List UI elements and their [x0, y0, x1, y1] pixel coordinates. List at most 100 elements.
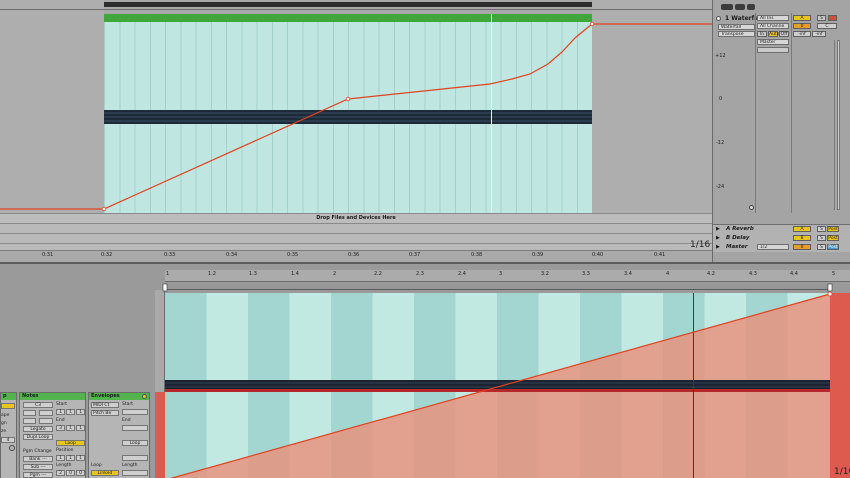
cue-out-chooser[interactable]: 1/2	[757, 244, 789, 250]
automation-line	[0, 23, 712, 210]
grid-size-label[interactable]: 1/16	[690, 240, 710, 250]
master-solo[interactable]: S	[817, 244, 826, 250]
length-bar[interactable]: 2	[56, 470, 65, 476]
clip-value-box[interactable]: 4	[1, 437, 15, 443]
cue-out-label: 1/2	[760, 245, 768, 250]
arrangement-view[interactable]: Drop Files and Devices Here 0:31 0:32 0:…	[0, 0, 712, 262]
ruler-tick: 0:31	[42, 252, 54, 258]
send-a-box[interactable]: -inf	[793, 31, 811, 37]
return-fold-icon[interactable]: ▶	[716, 235, 720, 241]
legato-button[interactable]: Legato	[23, 426, 53, 432]
volume-box[interactable]: 0	[793, 23, 811, 29]
end-beat[interactable]: 1	[66, 425, 75, 431]
notes-panel-head: Notes	[20, 393, 85, 400]
position-bar[interactable]: 1	[56, 455, 65, 461]
solo-button[interactable]: S	[817, 15, 826, 21]
monitor-in-button[interactable]: In	[757, 31, 767, 37]
end-bar[interactable]: 3	[56, 425, 65, 431]
length-beat[interactable]: 0	[66, 470, 75, 476]
envelope-param-chooser[interactable]: Pitch Be	[91, 410, 119, 416]
start-marker	[162, 283, 168, 292]
db-label: -24	[716, 184, 725, 190]
return-track-lane-a[interactable]	[0, 224, 712, 234]
bank-box[interactable]: Bank ---	[23, 456, 53, 462]
note-button[interactable]	[39, 410, 53, 416]
track-set-button[interactable]	[735, 4, 745, 10]
length-sixteenth[interactable]: 0	[76, 470, 85, 476]
return-activator[interactable]: B	[793, 235, 811, 241]
env-start-box[interactable]	[122, 409, 148, 415]
track-delay-button[interactable]	[747, 4, 755, 10]
ruler-tick: 0:32	[101, 252, 113, 258]
clip-knob-icon[interactable]	[9, 445, 15, 451]
loop-button[interactable]: Loop	[56, 440, 85, 446]
track-activator-button[interactable]: A	[793, 15, 811, 21]
monitor-off-button[interactable]: Off	[779, 31, 789, 37]
env-position-box[interactable]	[122, 455, 148, 461]
monitor-auto-button[interactable]: Auto	[768, 31, 779, 37]
input-channel-chooser[interactable]: All Channe	[757, 23, 789, 29]
master-volume[interactable]: 0	[793, 244, 811, 250]
envelope-device-chooser[interactable]: MIDI Ct	[91, 402, 119, 408]
master-post[interactable]: Post	[827, 244, 839, 250]
return-fold-icon[interactable]: ▶	[716, 226, 720, 232]
start-beat[interactable]: 1	[66, 409, 75, 415]
time-ruler[interactable]: 0:31 0:32 0:33 0:34 0:35 0:36 0:37 0:38 …	[0, 250, 712, 262]
env-end-box[interactable]	[122, 425, 148, 431]
track-activator-icon[interactable]	[716, 16, 721, 21]
return-fold-icon[interactable]: ▶	[716, 244, 720, 250]
position-sixteenth[interactable]: 1	[76, 455, 85, 461]
clip-panel: p ape gn ze 4	[0, 392, 17, 478]
return-track-lane-b[interactable]	[0, 234, 712, 244]
pgm-box[interactable]: Pgm ---	[23, 472, 53, 478]
note-transpose-box[interactable]: C3	[23, 402, 53, 408]
envelope-param-label: Pitch Be	[93, 411, 112, 416]
env-loop-button[interactable]: Loop	[122, 440, 148, 446]
envelope-param-chooser[interactable]: Transpose	[718, 31, 755, 37]
position-beat[interactable]: 1	[66, 455, 75, 461]
return-post[interactable]: Post	[827, 235, 839, 241]
length-label: Length	[56, 463, 72, 468]
end-sixteenth[interactable]: 1	[76, 425, 85, 431]
mixer-divider	[791, 13, 792, 213]
start-sixteenth[interactable]: 1	[76, 409, 85, 415]
dupl-loop-button[interactable]: Dupl.Loop	[23, 434, 53, 440]
clip-label: ze	[1, 429, 7, 434]
note-button[interactable]	[23, 418, 36, 424]
return-name[interactable]: A Reverb	[726, 226, 754, 232]
sub-box[interactable]: Sub ---	[23, 464, 53, 470]
drop-zone[interactable]: Drop Files and Devices Here	[0, 213, 712, 224]
output-channel-chooser[interactable]	[757, 47, 789, 53]
input-type-chooser[interactable]: All Ins	[757, 15, 789, 21]
automation-breakpoint	[101, 206, 107, 212]
clip-color-box[interactable]	[1, 403, 15, 409]
return-name[interactable]: B Delay	[726, 235, 749, 241]
envelope-device-label: MIDI Ct	[93, 403, 110, 408]
master-name[interactable]: Master	[726, 244, 748, 250]
start-bar[interactable]: 1	[56, 409, 65, 415]
input-channel-label: All Channe	[760, 24, 785, 29]
fader-reset-icon[interactable]	[749, 205, 754, 210]
output-chooser[interactable]: Master	[757, 39, 789, 45]
note-button[interactable]	[39, 418, 53, 424]
return-activator[interactable]: A	[793, 226, 811, 232]
return-solo[interactable]: S	[817, 226, 826, 232]
env-length-box[interactable]	[122, 470, 148, 476]
device-chain-label: Waterfall	[721, 25, 742, 30]
pan-box[interactable]: C	[817, 23, 837, 29]
send-b-box[interactable]: -inf	[812, 31, 826, 37]
note-button[interactable]	[23, 410, 36, 416]
grid-size-label[interactable]: 1/16	[834, 467, 850, 477]
arm-button[interactable]	[828, 15, 837, 21]
clip-label: gn	[1, 421, 7, 426]
return-solo[interactable]: S	[817, 235, 826, 241]
track-fold-button[interactable]	[721, 4, 733, 10]
ruler-tick: 0:39	[532, 252, 544, 258]
detail-view[interactable]: 1 1.2 1.3 1.4 2 2.2 2.3 2.4 3 3.2 3.3 3.…	[0, 262, 850, 478]
envelopes-toggle-icon[interactable]	[142, 394, 147, 399]
ruler-tick: 0:34	[226, 252, 238, 258]
device-chain-chooser[interactable]: Waterfall	[718, 24, 755, 30]
linked-button[interactable]: Linked	[91, 470, 119, 476]
ruler-tick: 0:40	[592, 252, 604, 258]
return-post[interactable]: Post	[827, 226, 839, 232]
